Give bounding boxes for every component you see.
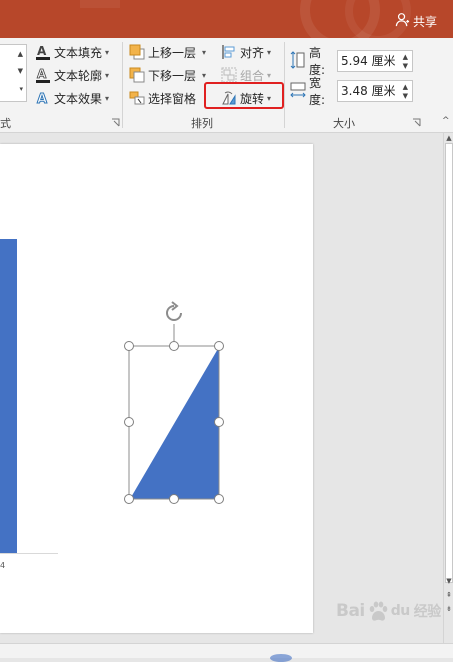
resize-handle-bottom[interactable]	[169, 494, 179, 504]
height-value: 5.94 厘米	[341, 54, 396, 68]
text-fill-button[interactable]: A 文本填充 ▾	[35, 42, 109, 62]
text-outline-button[interactable]: A 文本轮廓 ▾	[35, 65, 109, 85]
group-title-text-styles: 式	[0, 117, 11, 130]
width-label: 宽度:	[309, 76, 326, 107]
scroll-up-arrow[interactable]: ▲	[445, 134, 453, 143]
axis-tick-label: 4	[0, 561, 6, 570]
collapse-ribbon-icon[interactable]: ^	[442, 116, 450, 126]
width-row: 宽度: 3.48 厘米 ▲ ▼	[290, 76, 413, 107]
dialog-launcher-icon[interactable]	[412, 118, 421, 127]
width-icon	[290, 81, 306, 102]
dialog-launcher-icon[interactable]	[111, 118, 120, 127]
rotation-handle-icon[interactable]	[166, 301, 182, 321]
svg-text:A: A	[37, 92, 47, 106]
next-slide-icon[interactable]: ⇟	[445, 605, 453, 614]
resize-handle-left[interactable]	[124, 417, 134, 427]
selection-pane-icon	[129, 90, 145, 106]
resize-handle-bottom-left[interactable]	[124, 494, 134, 504]
resize-handle-right[interactable]	[214, 417, 224, 427]
vertical-scrollbar[interactable]: ▲ ▼ ⇞ ⇟	[443, 133, 453, 643]
share-label: 共享	[412, 14, 437, 29]
scroll-down-arrow[interactable]: ▼	[445, 577, 453, 586]
gallery-down-arrow[interactable]: ▼	[18, 67, 23, 75]
chevron-down-icon: ▾	[105, 47, 110, 57]
group-separator	[122, 42, 123, 128]
align-icon	[221, 44, 237, 60]
resize-handle-top-right[interactable]	[214, 341, 224, 351]
group-title-arrange: 排列	[191, 117, 213, 130]
width-value: 3.48 厘米	[341, 84, 396, 98]
height-decrease-arrow[interactable]: ▼	[403, 62, 408, 70]
group-separator	[284, 42, 285, 128]
style-gallery-edge[interactable]: ▲ ▼ ▾	[0, 44, 27, 102]
chart-axis-line	[0, 553, 58, 554]
right-triangle[interactable]	[130, 347, 219, 499]
width-field[interactable]: 3.48 厘米 ▲ ▼	[337, 80, 413, 102]
share-button[interactable]: 共享	[395, 12, 437, 30]
height-increase-arrow[interactable]: ▲	[403, 53, 408, 61]
height-row: 高度: 5.94 厘米 ▲ ▼	[290, 46, 413, 77]
rotate-highlight-box	[204, 82, 284, 109]
width-increase-arrow[interactable]: ▲	[403, 83, 408, 91]
ribbon: ▲ ▼ ▾ 式 A 文本填充 ▾ A 文本轮廓 ▾ A 文本效果 ▾ 上移一层 ▾ 下移…	[0, 38, 453, 133]
chevron-down-icon: ▾	[202, 70, 207, 80]
scroll-thumb[interactable]	[445, 143, 453, 583]
width-decrease-arrow[interactable]: ▼	[403, 92, 408, 100]
resize-handle-top[interactable]	[169, 341, 179, 351]
group-objects-icon	[221, 67, 237, 83]
person-icon	[395, 12, 410, 30]
bring-forward-icon	[129, 44, 145, 60]
height-field[interactable]: 5.94 厘米 ▲ ▼	[337, 50, 413, 72]
text-effects-button[interactable]: A 文本效果 ▾	[35, 88, 110, 108]
title-decoration	[80, 0, 120, 8]
baidu-watermark: Bai du 经验	[336, 601, 441, 621]
chevron-down-icon: ▾	[105, 70, 110, 80]
status-bar	[0, 643, 453, 662]
svg-text:A: A	[37, 44, 47, 58]
resize-handle-bottom-right[interactable]	[214, 494, 224, 504]
chevron-down-icon: ▾	[105, 93, 110, 103]
align-button[interactable]: 对齐 ▾	[221, 42, 271, 62]
chart-bar[interactable]	[0, 239, 17, 554]
status-indicator	[270, 654, 292, 662]
text-outline-icon: A	[35, 67, 51, 83]
gallery-more-arrow[interactable]: ▾	[19, 85, 23, 93]
resize-handle-top-left[interactable]	[124, 341, 134, 351]
svg-text:A: A	[37, 67, 47, 81]
chevron-down-icon: ▾	[267, 47, 272, 57]
bring-forward-button[interactable]: 上移一层 ▾	[129, 42, 206, 62]
chevron-down-icon: ▾	[267, 70, 272, 80]
text-effects-icon: A	[35, 90, 51, 107]
gallery-up-arrow[interactable]: ▲	[18, 50, 23, 58]
send-backward-icon	[129, 67, 145, 83]
chevron-down-icon: ▾	[202, 47, 207, 57]
selected-triangle-shape[interactable]	[118, 300, 233, 515]
group-title-size: 大小	[333, 117, 355, 130]
paw-logo-icon	[369, 601, 388, 621]
height-label: 高度:	[309, 46, 326, 77]
send-backward-button[interactable]: 下移一层 ▾	[129, 65, 206, 85]
previous-slide-icon[interactable]: ⇞	[445, 591, 453, 600]
selection-pane-button[interactable]: 选择窗格	[129, 88, 196, 108]
height-icon	[290, 50, 306, 72]
title-bar: 共享	[0, 0, 453, 38]
text-fill-icon: A	[35, 44, 51, 60]
